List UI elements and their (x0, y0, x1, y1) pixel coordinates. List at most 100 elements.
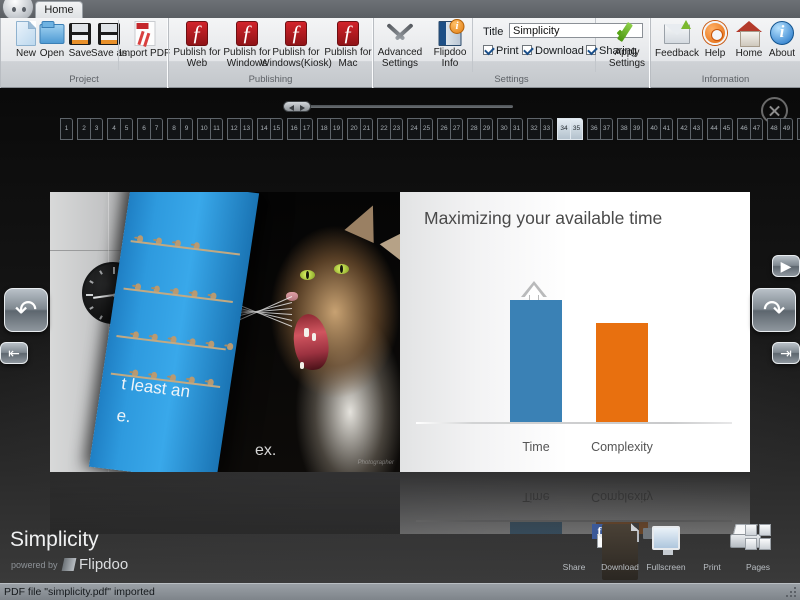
page-thumbnail[interactable]: 3233 (527, 118, 553, 142)
publish-for-mac-button[interactable]: Publish for Mac (325, 20, 371, 70)
publish-for-web-button[interactable]: Publish for Web (174, 20, 220, 70)
page-number[interactable]: 12 (227, 118, 240, 140)
prev-page-button[interactable]: ↶ (4, 288, 48, 332)
page-number[interactable]: 27 (450, 118, 463, 140)
fullscreen-button[interactable]: Fullscreen (648, 524, 684, 580)
page-number[interactable]: 23 (390, 118, 403, 140)
page-number[interactable]: 3 (90, 118, 103, 140)
page-number[interactable]: 22 (377, 118, 390, 140)
page-number[interactable]: 45 (720, 118, 733, 140)
page-number[interactable]: 36 (587, 118, 600, 140)
zoom-slider-track[interactable] (297, 105, 513, 108)
publish-for-windows-kiosk-button[interactable]: Publish for Windows(Kiosk) (273, 20, 319, 70)
page-number[interactable]: 20 (347, 118, 360, 140)
viewer-toolbar[interactable]: f t Share Download Fullscreen Print Page… (556, 524, 776, 580)
page-number[interactable]: 5 (120, 118, 133, 140)
page-number[interactable]: 39 (630, 118, 643, 140)
page-thumbnail[interactable]: 3435 (557, 118, 583, 142)
print-checkbox[interactable]: Print (483, 45, 519, 57)
page-left[interactable]: Photographer ex. t least an e. (50, 192, 400, 472)
page-number[interactable]: 21 (360, 118, 373, 140)
page-thumbnail[interactable]: 4445 (707, 118, 733, 142)
page-thumbnail[interactable]: 4647 (737, 118, 763, 142)
import-pdf-button[interactable]: Import PDF (118, 20, 170, 70)
page-number[interactable]: 38 (617, 118, 630, 140)
pages-button[interactable]: Pages (740, 524, 776, 580)
next-page-button[interactable]: ↷ (752, 288, 796, 332)
page-thumbnail-strip[interactable]: 1234567891011121314151617181920212223242… (60, 118, 800, 142)
download-checkbox[interactable]: Download (522, 45, 584, 57)
page-number[interactable]: 42 (677, 118, 690, 140)
page-thumbnail[interactable]: 1819 (317, 118, 343, 142)
page-number[interactable]: 25 (420, 118, 433, 140)
page-thumbnail[interactable]: 89 (167, 118, 193, 142)
page-thumbnail[interactable]: 2223 (377, 118, 403, 142)
tab-home[interactable]: Home (35, 1, 83, 18)
page-thumbnail[interactable]: 1415 (257, 118, 283, 142)
page-number[interactable]: 41 (660, 118, 673, 140)
page-thumbnail[interactable]: 4849 (767, 118, 793, 142)
page-number[interactable]: 4 (107, 118, 120, 140)
page-number[interactable]: 17 (300, 118, 313, 140)
page-thumbnail[interactable]: 1213 (227, 118, 253, 142)
feedback-button[interactable]: Feedback (654, 20, 700, 70)
flipbook[interactable]: Photographer ex. t least an e. Maximizin… (50, 192, 750, 472)
print-button[interactable]: Print (694, 524, 730, 580)
page-number[interactable]: 18 (317, 118, 330, 140)
page-number[interactable]: 8 (167, 118, 180, 140)
page-number[interactable]: 30 (497, 118, 510, 140)
page-number[interactable]: 49 (780, 118, 793, 140)
about-button[interactable]: About (765, 20, 799, 70)
page-number[interactable]: 32 (527, 118, 540, 140)
resize-grip-icon[interactable] (786, 587, 798, 599)
page-thumbnail[interactable]: 1 (60, 118, 73, 142)
help-button[interactable]: Help (699, 20, 731, 70)
page-number[interactable]: 28 (467, 118, 480, 140)
page-number[interactable]: 43 (690, 118, 703, 140)
page-thumbnail[interactable]: 1617 (287, 118, 313, 142)
page-thumbnail[interactable]: 2425 (407, 118, 433, 142)
page-number[interactable]: 6 (137, 118, 150, 140)
last-page-button[interactable]: ⇥ (772, 342, 800, 364)
page-number[interactable]: 10 (197, 118, 210, 140)
page-number[interactable]: 7 (150, 118, 163, 140)
page-number[interactable]: 26 (437, 118, 450, 140)
page-number[interactable]: 19 (330, 118, 343, 140)
home-button[interactable]: Home (731, 20, 767, 70)
page-number[interactable]: 44 (707, 118, 720, 140)
page-thumbnail[interactable]: 67 (137, 118, 163, 142)
page-number[interactable]: 48 (767, 118, 780, 140)
first-page-button[interactable]: ⇤ (0, 342, 28, 364)
page-number[interactable]: 13 (240, 118, 253, 140)
page-thumbnail[interactable]: 4041 (647, 118, 673, 142)
page-number[interactable]: 35 (570, 118, 583, 140)
page-thumbnail[interactable]: 23 (77, 118, 103, 142)
page-thumbnail[interactable]: 3031 (497, 118, 523, 142)
page-number[interactable]: 47 (750, 118, 763, 140)
page-number[interactable]: 1 (60, 118, 73, 140)
page-number[interactable]: 24 (407, 118, 420, 140)
page-number[interactable]: 46 (737, 118, 750, 140)
download-button[interactable]: Download (602, 524, 638, 580)
page-thumbnail[interactable]: 1011 (197, 118, 223, 142)
page-thumbnail[interactable]: 45 (107, 118, 133, 142)
page-number[interactable]: 33 (540, 118, 553, 140)
page-number[interactable]: 34 (557, 118, 570, 140)
zoom-slider-thumb[interactable] (283, 101, 311, 112)
zoom-slider[interactable] (283, 101, 513, 112)
page-thumbnail[interactable]: 2829 (467, 118, 493, 142)
page-thumbnail[interactable]: 2627 (437, 118, 463, 142)
page-thumbnail[interactable]: 3637 (587, 118, 613, 142)
page-number[interactable]: 2 (77, 118, 90, 140)
page-number[interactable]: 11 (210, 118, 223, 140)
auto-flip-button[interactable]: ▶ (772, 255, 800, 277)
page-thumbnail[interactable]: 4243 (677, 118, 703, 142)
page-number[interactable]: 40 (647, 118, 660, 140)
page-number[interactable]: 31 (510, 118, 523, 140)
page-number[interactable]: 16 (287, 118, 300, 140)
page-right[interactable]: Maximizing your available time TimeCompl… (400, 192, 750, 472)
apply-settings-button[interactable]: Apply Settings (604, 20, 650, 70)
page-thumbnail[interactable]: 2021 (347, 118, 373, 142)
share-button[interactable]: f t Share (556, 524, 592, 580)
page-thumbnail[interactable]: 3839 (617, 118, 643, 142)
